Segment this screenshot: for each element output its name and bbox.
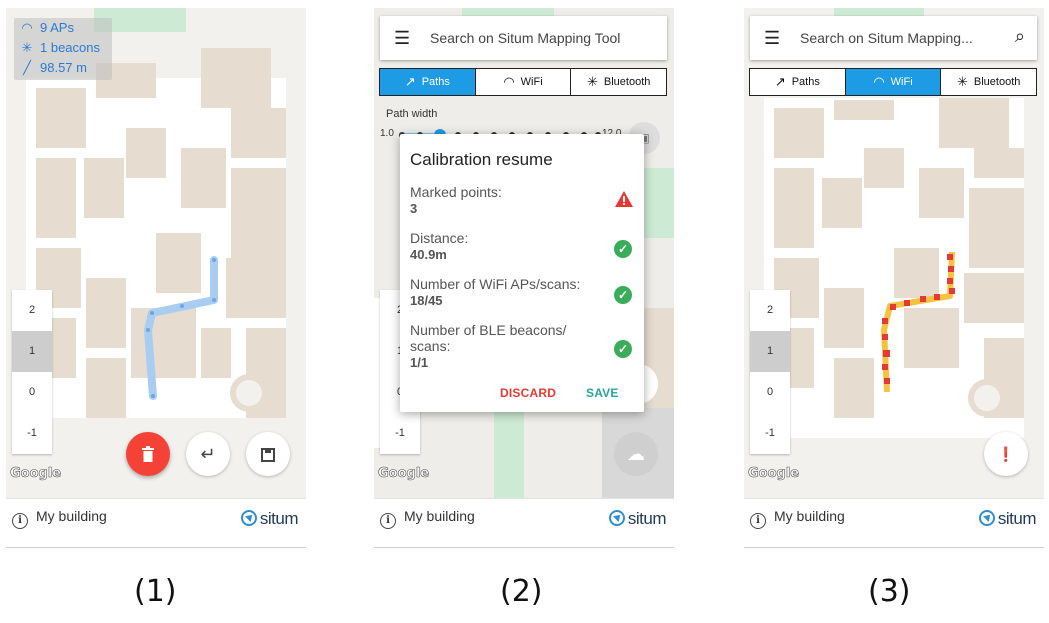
mode-tabs: ↗ Paths ◠ WiFi ✳ Bluetooth bbox=[749, 68, 1038, 96]
ruler-icon: ╱ bbox=[23, 60, 31, 75]
situm-logo: situm bbox=[240, 509, 299, 529]
check-icon: ✓ bbox=[614, 286, 632, 304]
bluetooth-icon: ✳ bbox=[956, 74, 968, 89]
calibration-stats-overlay: ◠ 9 APs ✳ 1 beacons ╱ 98.57 m bbox=[14, 18, 112, 80]
floor-button[interactable]: 2 bbox=[750, 290, 790, 331]
upload-button[interactable]: ☁ bbox=[614, 432, 658, 476]
marked-points-row: Marked points: 3 bbox=[410, 184, 636, 217]
caption-1: (1) bbox=[134, 574, 177, 609]
bottom-bar: i My building situm bbox=[744, 498, 1044, 548]
bluetooth-icon: ✳ bbox=[586, 74, 598, 89]
info-icon: i bbox=[12, 513, 28, 529]
tab-wifi[interactable]: ◠ WiFi bbox=[474, 68, 572, 96]
floor-button-selected[interactable]: 1 bbox=[750, 331, 790, 372]
tab-bluetooth[interactable]: ✳ Bluetooth bbox=[940, 68, 1038, 96]
screen-1: ◠ 9 APs ✳ 1 beacons ╱ 98.57 m 2 1 0 -1 Goog… bbox=[6, 8, 306, 548]
floor-button-selected[interactable]: 1 bbox=[12, 331, 52, 372]
tab-paths[interactable]: ↗ Paths bbox=[749, 68, 846, 96]
google-logo: Google bbox=[748, 466, 800, 482]
floor-selector: 2 1 0 -1 bbox=[750, 290, 790, 454]
bluetooth-icon: ✳ bbox=[21, 40, 33, 55]
tab-wifi[interactable]: ◠ WiFi bbox=[844, 68, 942, 96]
undo-icon: ↵ bbox=[200, 444, 216, 464]
floor-selector: 2 1 0 -1 bbox=[12, 290, 52, 454]
dialog-title: Calibration resume bbox=[410, 150, 553, 169]
wifi-stat: ◠ 9 APs bbox=[14, 18, 112, 38]
save-button[interactable] bbox=[246, 432, 290, 476]
situm-logo-icon bbox=[608, 510, 625, 526]
floor-button[interactable]: -1 bbox=[380, 413, 420, 454]
calibration-resume-dialog: Calibration resume Marked points: 3 Dist… bbox=[400, 134, 644, 412]
mode-tabs: ↗ Paths ◠ WiFi ✳ Bluetooth bbox=[379, 68, 668, 96]
floor-button[interactable]: 2 bbox=[12, 290, 52, 331]
undo-button[interactable]: ↵ bbox=[186, 432, 230, 476]
floor-button[interactable]: -1 bbox=[750, 413, 790, 454]
beacon-stat: ✳ 1 beacons bbox=[14, 38, 112, 58]
menu-icon[interactable]: ☰ bbox=[764, 29, 780, 47]
google-logo: Google bbox=[378, 466, 430, 482]
caption-2: (2) bbox=[500, 574, 543, 609]
screen-2: ☰ Search on Situm Mapping Tool ↗ Paths ◠ W… bbox=[374, 8, 674, 548]
distance-row: Distance: 40.9m ✓ bbox=[410, 230, 636, 263]
building-info[interactable]: i My building bbox=[12, 508, 107, 529]
search-placeholder: Search on Situm Mapping Tool bbox=[430, 30, 621, 46]
feedback-icon: ❗ bbox=[997, 446, 1015, 462]
discard-button[interactable]: DISCARD bbox=[500, 386, 556, 400]
wifi-scans-row: Number of WiFi APs/scans: 18/45 ✓ bbox=[410, 276, 636, 309]
wifi-icon: ◠ bbox=[21, 20, 33, 35]
building-info[interactable]: i My building bbox=[380, 508, 475, 529]
situm-logo: situm bbox=[608, 509, 667, 529]
search-placeholder: Search on Situm Mapping... bbox=[800, 30, 973, 46]
tab-bluetooth[interactable]: ✳ Bluetooth bbox=[570, 68, 668, 96]
building-info[interactable]: i My building bbox=[750, 508, 845, 529]
distance-stat: ╱ 98.57 m bbox=[14, 58, 112, 78]
caption-3: (3) bbox=[868, 574, 911, 609]
situm-logo-icon bbox=[978, 510, 995, 526]
trend-icon: ↗ bbox=[404, 74, 416, 89]
search-bar[interactable]: ☰ Search on Situm Mapping... ⌕ bbox=[750, 16, 1037, 60]
situm-logo-icon bbox=[240, 510, 257, 526]
bottom-bar: i My building situm bbox=[374, 498, 674, 548]
save-icon bbox=[261, 448, 275, 462]
situm-logo: situm bbox=[978, 509, 1037, 529]
search-bar[interactable]: ☰ Search on Situm Mapping Tool bbox=[380, 16, 667, 60]
menu-icon[interactable]: ☰ bbox=[394, 29, 410, 47]
google-logo: Google bbox=[10, 466, 62, 482]
wifi-icon: ◠ bbox=[873, 74, 885, 89]
ble-scans-row: Number of BLE beacons/ scans: 1/1 ✓ bbox=[410, 322, 636, 371]
trend-icon: ↗ bbox=[774, 74, 786, 89]
check-icon: ✓ bbox=[614, 240, 632, 258]
info-icon: i bbox=[380, 513, 396, 529]
delete-button[interactable] bbox=[126, 432, 170, 476]
tab-paths[interactable]: ↗ Paths bbox=[379, 68, 476, 96]
path-width-label: Path width bbox=[386, 108, 438, 120]
feedback-button[interactable]: ❗ bbox=[984, 432, 1028, 476]
search-icon[interactable]: ⌕ bbox=[1015, 26, 1025, 47]
save-button[interactable]: SAVE bbox=[586, 386, 619, 400]
floor-button[interactable]: 0 bbox=[12, 372, 52, 413]
warning-icon bbox=[615, 191, 633, 207]
screen-3: ☰ Search on Situm Mapping... ⌕ ↗ Paths ◠ W… bbox=[744, 8, 1044, 548]
floor-button[interactable]: 0 bbox=[750, 372, 790, 413]
check-icon: ✓ bbox=[614, 340, 632, 358]
floor-button[interactable]: -1 bbox=[12, 413, 52, 454]
wifi-icon: ◠ bbox=[503, 74, 515, 89]
info-icon: i bbox=[750, 513, 766, 529]
trash-icon bbox=[142, 446, 154, 462]
bottom-bar: i My building situm bbox=[6, 498, 306, 548]
